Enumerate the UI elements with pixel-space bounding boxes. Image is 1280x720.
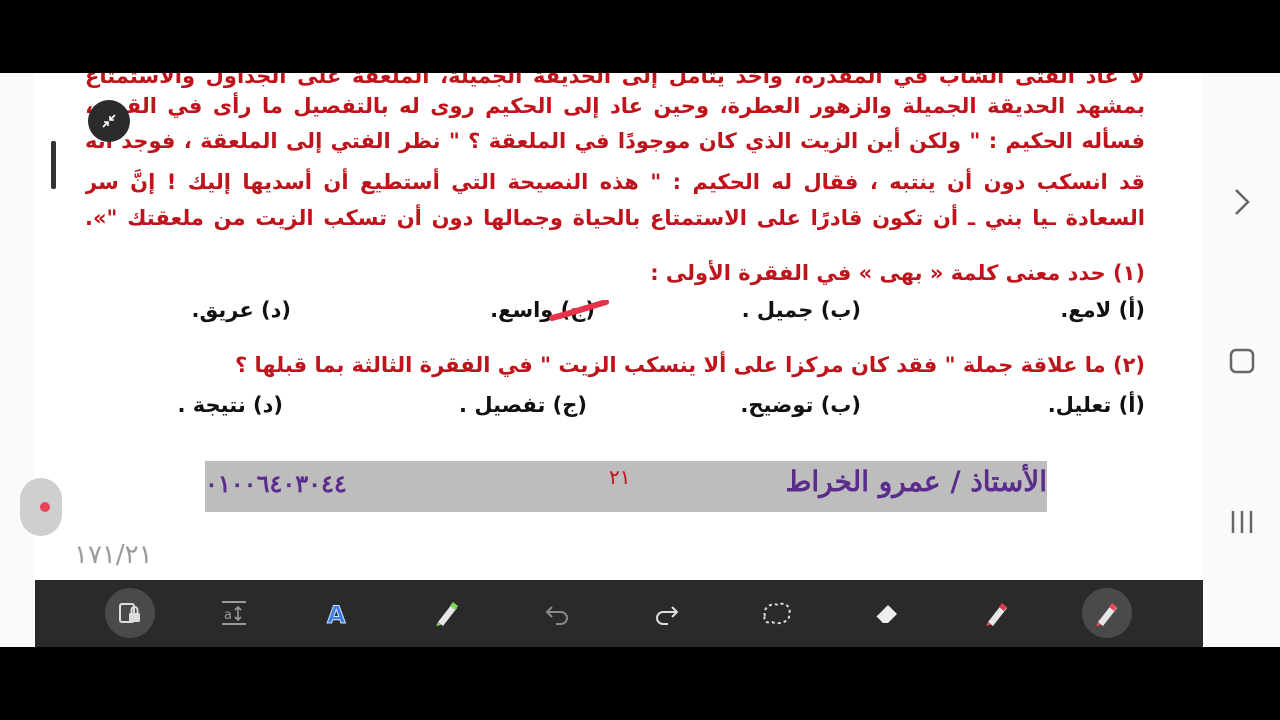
- highlighter-tool-button[interactable]: [422, 588, 472, 638]
- undo-button[interactable]: [532, 588, 582, 638]
- question-2: (٢) ما علاقة جملة " فقد كان مركزا على أل…: [235, 353, 1145, 377]
- paragraph-line: قد انسكب دون أن ينتبه ، فقال له الحكيم :…: [85, 170, 1145, 194]
- q2-option-b: (ب) توضيح.: [740, 393, 861, 417]
- pen-icon: [986, 603, 1007, 626]
- left-edge-panel: [0, 73, 35, 647]
- active-pen-tool-button[interactable]: [1082, 588, 1132, 638]
- lock-tool-button[interactable]: [105, 588, 155, 638]
- text-tool-icon: A: [327, 601, 347, 629]
- collapse-icon: [102, 114, 116, 128]
- home-icon[interactable]: [1229, 348, 1257, 376]
- active-pen-icon: [1096, 603, 1117, 626]
- highlighter-icon: [436, 602, 458, 626]
- pen-annotation-stroke: [549, 300, 609, 321]
- svg-text:a: a: [224, 608, 232, 623]
- teacher-name: الأستاذ / عمرو الخراط: [785, 465, 1047, 498]
- lock-icon: [119, 603, 140, 623]
- collapse-button[interactable]: [88, 100, 130, 142]
- q1-option-b: (ب) جميل .: [741, 298, 861, 322]
- page-footer: الأستاذ / عمرو الخراط ٢١ ٠١٠٠٦٤٠٣٠٤٤: [205, 461, 1047, 512]
- q2-option-c: (ج) تفصيل .: [459, 393, 587, 417]
- question-1: (١) حدد معنى كلمة « بهى » في الفقرة الأو…: [650, 261, 1145, 285]
- text-size-tool-button[interactable]: a: [209, 588, 259, 638]
- lasso-icon: [763, 602, 791, 625]
- text-tool-button[interactable]: A: [312, 588, 362, 638]
- page-indicator: ١٧١/٢١: [74, 540, 153, 570]
- teacher-phone: ٠١٠٠٦٤٠٣٠٤٤: [205, 469, 347, 498]
- scroll-handle[interactable]: [51, 141, 56, 189]
- q1-option-d: (د) عريق.: [191, 298, 291, 322]
- undo-icon: [545, 606, 568, 625]
- record-icon: [40, 502, 50, 512]
- recent-apps-icon[interactable]: [1229, 508, 1257, 536]
- q1-option-a: (أ) لامع.: [1060, 298, 1145, 322]
- footer-page-number: ٢١: [609, 465, 631, 489]
- paragraph-line: لا عاد الفتى الشاب في المقدرة، وأخذ يتأم…: [85, 73, 1145, 88]
- paragraph-line: فسأله الحكيم : " ولكن أين الزيت الذي كان…: [85, 129, 1145, 153]
- text-size-icon: a: [222, 601, 246, 625]
- chevron-right-icon[interactable]: [1232, 188, 1252, 216]
- pen-tool-button[interactable]: [972, 588, 1022, 638]
- svg-text:A: A: [327, 601, 346, 628]
- paragraph-line: السعادة ـيا بني ـ أن تكون قادرًا على الا…: [85, 206, 1145, 230]
- redo-button[interactable]: [642, 588, 692, 638]
- eraser-icon: [875, 605, 897, 624]
- paragraph-line: بمشهد الحديقة الجميلة والزهور العطرة، وح…: [85, 94, 1145, 118]
- q2-option-d: (د) نتيجة .: [177, 393, 283, 417]
- redo-icon: [656, 606, 679, 625]
- eraser-tool-button[interactable]: [862, 588, 912, 638]
- recording-indicator[interactable]: [20, 478, 62, 536]
- q2-option-a: (أ) تعليل.: [1047, 393, 1145, 417]
- lasso-tool-button[interactable]: [752, 588, 802, 638]
- document-page[interactable]: لا عاد الفتى الشاب في المقدرة، وأخذ يتأم…: [35, 73, 1203, 580]
- drawing-toolbar: a A: [35, 580, 1203, 647]
